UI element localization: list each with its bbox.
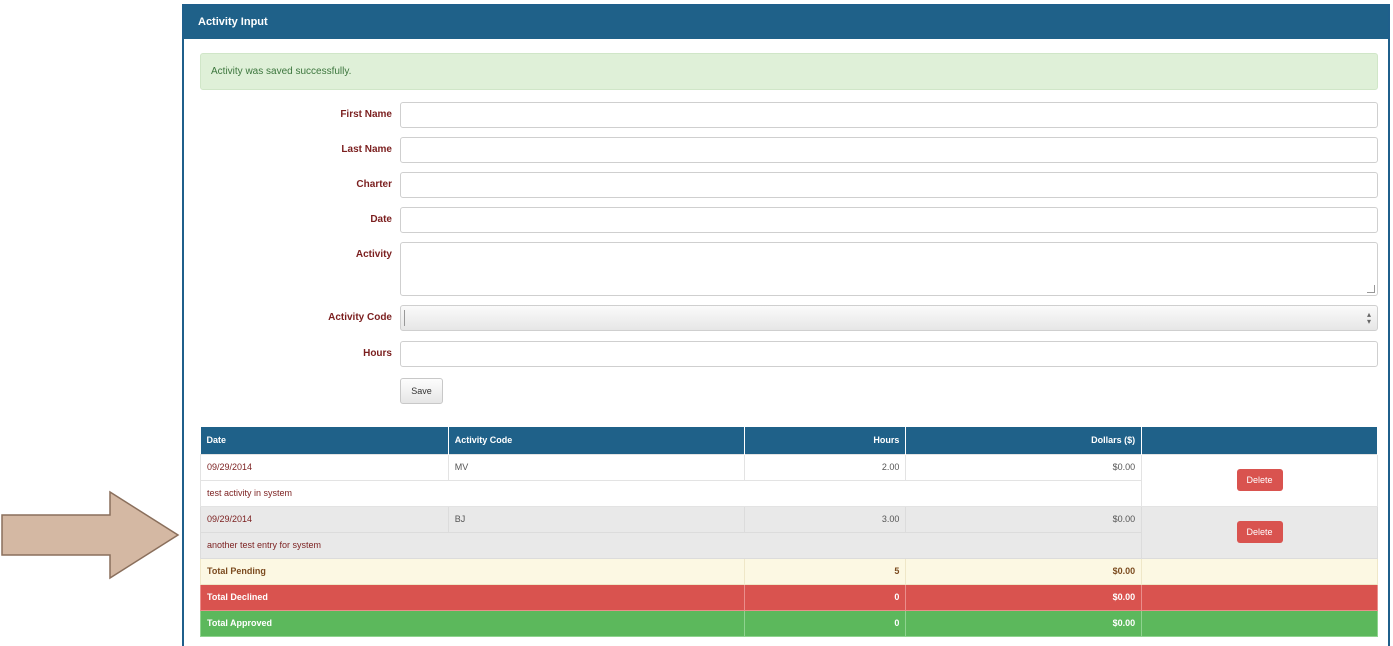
total-approved-label: Total Approved: [200, 609, 745, 637]
row-dollars: $0.00: [905, 453, 1143, 481]
row-hours: 3.00: [743, 505, 907, 533]
right-arrow-icon: [1, 490, 180, 580]
total-declined-dollars: $0.00: [905, 583, 1143, 611]
header-actions: [1141, 427, 1378, 454]
charter-label: Charter: [356, 179, 392, 190]
total-pending-empty: [1141, 557, 1378, 585]
header-hours: Hours: [744, 427, 907, 454]
row-dollars: $0.00: [905, 505, 1143, 533]
delete-button[interactable]: Delete: [1236, 521, 1283, 543]
date-label: Date: [370, 214, 392, 225]
hours-input[interactable]: [400, 341, 1378, 367]
total-declined-empty: [1141, 583, 1378, 611]
panel-title: Activity Input: [184, 6, 1388, 39]
row-description: test activity in system: [199, 479, 1143, 507]
activity-label: Activity: [355, 249, 392, 260]
total-declined-row: Total Declined 0 $0.00: [200, 583, 1378, 611]
header-activity-code: Activity Code: [448, 427, 745, 454]
total-pending-label: Total Pending: [200, 557, 745, 585]
row-action-cell: Delete: [1141, 505, 1378, 559]
row-description: another test entry for system: [199, 531, 1143, 559]
total-pending-row: Total Pending 5 $0.00: [200, 557, 1378, 585]
hours-label: Hours: [363, 348, 392, 359]
success-alert: Activity was saved successfully.: [200, 53, 1378, 90]
total-pending-dollars: $0.00: [905, 557, 1143, 585]
activity-code-select[interactable]: ▴ ▾: [400, 305, 1378, 331]
row-activity-code: BJ: [447, 505, 745, 533]
table-row: 09/29/2014 BJ 3.00 $0.00 Delete: [200, 505, 1378, 559]
row-date: 09/29/2014: [200, 453, 449, 481]
resize-grip-icon[interactable]: [1367, 285, 1375, 293]
header-dollars: Dollars ($): [905, 427, 1143, 454]
total-approved-row: Total Approved 0 $0.00: [200, 609, 1378, 637]
total-declined-hours: 0: [743, 583, 907, 611]
updown-arrows-icon: ▴ ▾: [1366, 310, 1371, 326]
total-approved-empty: [1141, 609, 1378, 637]
activity-input-panel: Activity Input Activity was saved succes…: [182, 4, 1390, 646]
header-date: Date: [200, 427, 449, 454]
delete-button[interactable]: Delete: [1236, 469, 1283, 491]
row-action-cell: Delete: [1141, 453, 1378, 507]
save-button[interactable]: Save: [400, 378, 443, 404]
table-row: 09/29/2014 MV 2.00 $0.00 Delete: [200, 453, 1378, 507]
first-name-input[interactable]: [400, 102, 1378, 128]
row-date: 09/29/2014: [200, 505, 449, 533]
total-approved-hours: 0: [743, 609, 907, 637]
activity-table: Date Activity Code Hours Dollars ($) 09/…: [199, 427, 1378, 637]
activity-code-label: Activity Code: [328, 312, 392, 323]
date-input[interactable]: [400, 207, 1378, 233]
first-name-label: First Name: [340, 109, 392, 120]
last-name-input[interactable]: [400, 137, 1378, 163]
row-activity-code: MV: [447, 453, 745, 481]
total-declined-label: Total Declined: [200, 583, 745, 611]
last-name-label: Last Name: [341, 144, 392, 155]
total-approved-dollars: $0.00: [905, 609, 1143, 637]
total-pending-hours: 5: [743, 557, 907, 585]
select-cursor: [404, 310, 405, 326]
row-hours: 2.00: [743, 453, 907, 481]
table-header-row: Date Activity Code Hours Dollars ($): [200, 427, 1378, 454]
charter-input[interactable]: [400, 172, 1378, 198]
activity-textarea[interactable]: [400, 242, 1378, 296]
